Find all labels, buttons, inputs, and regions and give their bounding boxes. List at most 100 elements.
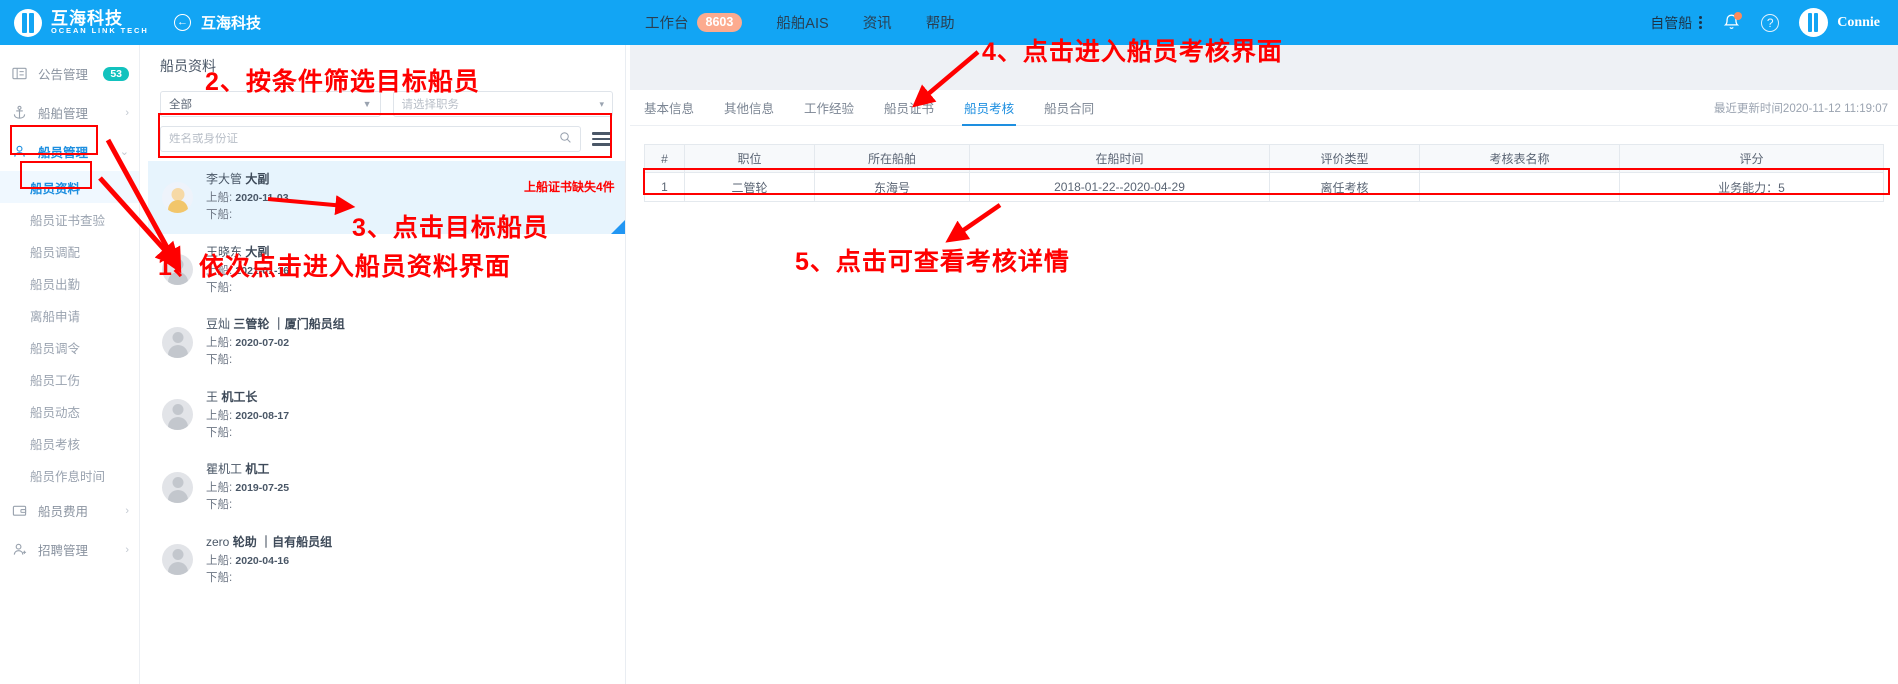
sidebar-item-crew-expense[interactable]: 船员费用 › xyxy=(0,491,139,530)
sidebar-item-announcements[interactable]: 公告管理 53 xyxy=(0,54,139,93)
crew-name-line: 王 机工长 xyxy=(206,388,289,406)
crew-disembark-line: 下船: xyxy=(206,497,289,514)
back-title: 互海科技 xyxy=(201,15,262,32)
sidebar-subitem-crew-assessment-label: 船员考核 xyxy=(30,437,81,452)
crew-item-info: 王晓东 大副 上船: 2021-01-16 下船: xyxy=(206,243,289,298)
table-body: 1 二管轮 东海号 2018-01-22--2020-04-29 离任考核 业务… xyxy=(644,172,1884,202)
announce-icon xyxy=(12,66,29,81)
sidebar-item-vessel-management-label: 船舶管理 xyxy=(38,107,89,121)
nav-link-ais[interactable]: 船舶AIS xyxy=(776,12,828,33)
disembark-label: 下船: xyxy=(206,571,233,584)
avatar xyxy=(162,471,193,503)
crew-filter-zone: 全部 ▼ 请选择职务 ▾ xyxy=(148,85,625,152)
tab-crew-assessment[interactable]: 船员考核 xyxy=(962,90,1017,126)
crew-item-info: zero 轮助 ｜自有船员组 上船: 2020-04-16 下船: xyxy=(206,533,332,588)
magnifier-icon[interactable] xyxy=(559,131,572,147)
vessel-selector-label: 自管船 xyxy=(1650,14,1693,31)
nav-link-news[interactable]: 资讯 xyxy=(863,12,892,33)
board-date: 2021-01-16 xyxy=(235,264,290,277)
last-updated-label: 最近更新时间2020-11-12 11:19:07 xyxy=(1713,103,1888,115)
crew-list-item[interactable]: 李大管 大副 上船: 2020-11-03 下船: xyxy=(148,161,625,234)
crew-list-item[interactable]: 王晓东 大副 上船: 2021-01-16 下船: xyxy=(148,234,625,307)
user-profile[interactable]: Connie xyxy=(1799,8,1880,37)
ship-filter-value: 全部 xyxy=(169,99,192,111)
crew-role: 轮助 xyxy=(232,534,257,549)
sidebar-subitem-crew-profile[interactable]: 船员资料 xyxy=(0,171,139,203)
assessment-table: # 职位 所在船舶 在船时间 评价类型 考核表名称 评分 1 二管轮 东海号 2 xyxy=(644,144,1884,202)
avatar xyxy=(162,544,193,576)
vessel-selector[interactable]: 自管船 xyxy=(1650,13,1703,33)
crew-name-line: 瞿机工 机工 xyxy=(206,460,289,478)
nav-link-help[interactable]: 帮助 xyxy=(926,12,955,33)
td-evaluation-type: 离任考核 xyxy=(1269,172,1420,202)
tab-work-experience[interactable]: 工作经验 xyxy=(804,90,854,126)
board-label: 上船: xyxy=(206,337,233,349)
sidebar-subitem-crew-injury[interactable]: 船员工伤 xyxy=(0,363,139,395)
nav-link-workbench[interactable]: 工作台 8603 xyxy=(645,12,743,33)
tab-crew-certificate[interactable]: 船员证书 xyxy=(884,90,934,126)
sidebar-subitem-crew-attendance[interactable]: 船员出勤 xyxy=(0,267,139,299)
filter-selects-row: 全部 ▼ 请选择职务 ▾ xyxy=(160,91,613,117)
crew-list-item[interactable]: 瞿机工 机工 上船: 2019-07-25 下船: xyxy=(148,451,625,524)
sidebar-subitem-crew-allocation[interactable]: 船员调配 xyxy=(0,235,139,267)
sidebar-subitem-crew-order-label: 船员调令 xyxy=(30,341,81,356)
search-input[interactable] xyxy=(169,133,559,145)
chevron-right-icon: › xyxy=(125,106,129,119)
tab-other-info-label: 其他信息 xyxy=(724,102,775,116)
crew-list-item[interactable]: 王 机工长 上船: 2020-08-17 下船: xyxy=(148,379,625,452)
crew-name: 豆灿 xyxy=(206,317,231,331)
help-circle-icon[interactable]: ? xyxy=(1761,13,1780,32)
left-sidebar: 公告管理 53 船舶管理 › 船员管理 ⌄ 船员资料 船员证书查验 船员调配 船… xyxy=(0,45,140,684)
announcements-count-badge: 53 xyxy=(103,66,129,81)
sidebar-subitem-crew-assessment[interactable]: 船员考核 xyxy=(0,427,139,459)
crew-disembark-line: 下船: xyxy=(206,352,345,369)
tab-other-info[interactable]: 其他信息 xyxy=(724,90,774,126)
board-date: 2020-04-16 xyxy=(235,554,290,567)
td-onboard-period: 2018-01-22--2020-04-29 xyxy=(969,172,1270,202)
board-date: 2020-07-02 xyxy=(235,337,290,349)
th-score: 评分 xyxy=(1619,144,1884,173)
sidebar-item-announcements-label: 公告管理 xyxy=(38,68,89,82)
sidebar-subitem-crew-cert-check[interactable]: 船员证书查验 xyxy=(0,203,139,235)
board-label: 上船: xyxy=(206,554,233,567)
disembark-label: 下船: xyxy=(206,281,233,294)
position-filter-value: 请选择职务 xyxy=(401,99,460,111)
sidebar-item-crew-management[interactable]: 船员管理 ⌄ xyxy=(0,132,139,171)
chevron-down-icon: ▼ xyxy=(362,99,372,109)
back-navigation[interactable]: ← 互海科技 xyxy=(174,12,261,33)
sidebar-item-recruitment[interactable]: 招聘管理 › xyxy=(0,530,139,569)
notification-dot-badge xyxy=(1734,11,1743,20)
workbench-count-badge: 8603 xyxy=(696,12,743,33)
crew-list-item[interactable]: 豆灿 三管轮 ｜厦门船员组 上船: 2020-07-02 下船: xyxy=(148,306,625,379)
tab-basic-info[interactable]: 基本信息 xyxy=(644,90,694,126)
crew-search-box[interactable] xyxy=(160,126,581,152)
board-label: 上船: xyxy=(206,264,233,277)
crew-name-line: 李大管 大副 xyxy=(206,170,289,188)
sidebar-subitem-leave-request-label: 离船申请 xyxy=(30,309,81,324)
th-assessment-form-name: 考核表名称 xyxy=(1419,144,1620,173)
sidebar-item-vessel-management[interactable]: 船舶管理 › xyxy=(0,93,139,132)
sidebar-subitem-crew-dynamics[interactable]: 船员动态 xyxy=(0,395,139,427)
disembark-label: 下船: xyxy=(206,426,233,439)
sidebar-subitem-crew-rest-hours[interactable]: 船员作息时间 xyxy=(0,459,139,491)
board-label: 上船: xyxy=(206,192,233,204)
crew-name: 李大管 xyxy=(206,172,243,186)
ship-filter-select[interactable]: 全部 ▼ xyxy=(160,91,381,117)
crew-item-info: 豆灿 三管轮 ｜厦门船员组 上船: 2020-07-02 下船: xyxy=(206,315,345,370)
tab-crew-contract[interactable]: 船员合同 xyxy=(1044,90,1094,126)
sidebar-subitem-leave-request[interactable]: 离船申请 xyxy=(0,299,139,331)
crew-list-item[interactable]: zero 轮助 ｜自有船员组 上船: 2020-04-16 下船: xyxy=(148,524,625,597)
table-row[interactable]: 1 二管轮 东海号 2018-01-22--2020-04-29 离任考核 业务… xyxy=(644,172,1884,202)
sidebar-subitem-crew-order[interactable]: 船员调令 xyxy=(0,331,139,363)
avatar xyxy=(162,181,193,213)
crew-item-info: 瞿机工 机工 上船: 2019-07-25 下船: xyxy=(206,460,289,515)
board-label: 上船: xyxy=(206,409,233,422)
list-view-icon[interactable] xyxy=(590,130,613,148)
crew-list: 李大管 大副 上船: 2020-11-03 下船: 王晓东 大副 上船: 202… xyxy=(148,161,625,596)
brand-name-cn: 互海科技 xyxy=(51,8,123,28)
arrow-left-circle-icon[interactable]: ← xyxy=(174,14,191,31)
more-dots-icon[interactable] xyxy=(1699,16,1703,29)
notification-bell-icon[interactable] xyxy=(1722,11,1743,33)
sidebar-subitem-crew-dynamics-label: 船员动态 xyxy=(30,405,81,420)
position-filter-select[interactable]: 请选择职务 ▾ xyxy=(392,91,613,117)
